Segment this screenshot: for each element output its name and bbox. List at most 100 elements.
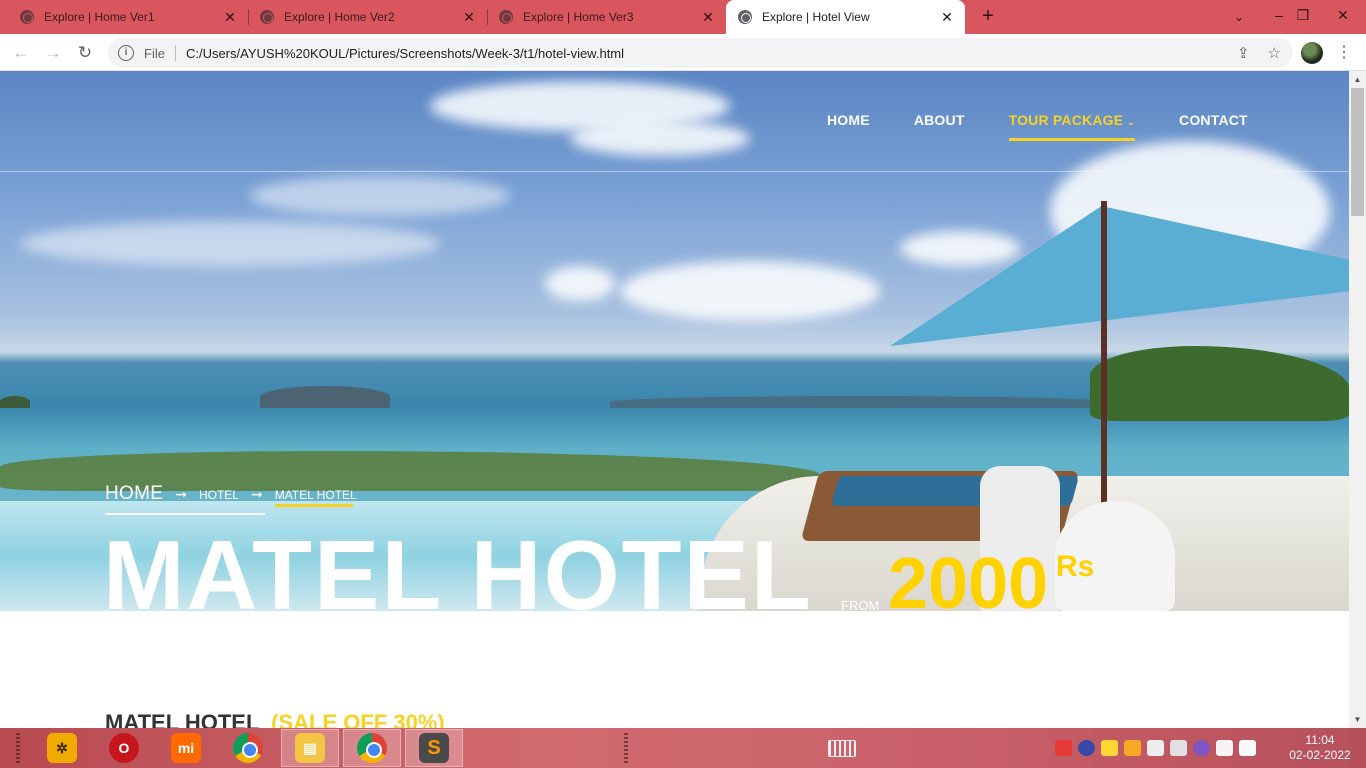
price-currency: Rs [1056, 550, 1095, 583]
taskbar-grip[interactable] [624, 733, 628, 763]
volume-icon[interactable] [1170, 740, 1187, 756]
island [610, 396, 1110, 408]
sale-badge: (SALE OFF 30%) [271, 710, 445, 728]
cloud [620, 261, 880, 321]
recorder-icon[interactable] [1055, 740, 1072, 756]
close-icon[interactable]: ✕ [939, 9, 955, 25]
breadcrumb-current: MATEL HOTEL [274, 488, 357, 507]
globe-icon [20, 10, 34, 24]
globe-icon [499, 10, 513, 24]
taskbar-grip[interactable] [16, 733, 20, 763]
wifi-icon[interactable] [1239, 740, 1256, 756]
tab-search-chevron-icon[interactable]: ⌄ [1230, 8, 1248, 26]
url-text[interactable]: C:/Users/AYUSH%20KOUL/Pictures/Screensho… [186, 46, 624, 61]
tab-title: Explore | Home Ver3 [523, 10, 634, 24]
close-icon[interactable]: ✕ [700, 9, 716, 25]
tab-strip: Explore | Home Ver1 ✕ Explore | Home Ver… [0, 0, 1366, 34]
nav-home[interactable]: HOME [827, 112, 870, 128]
reload-icon[interactable]: ↻ [73, 41, 97, 65]
battery-icon[interactable] [1147, 740, 1164, 756]
bookmark-star-icon[interactable]: ☆ [1268, 44, 1281, 62]
touch-keyboard-icon[interactable] [828, 740, 856, 757]
scroll-down-icon[interactable]: ▼ [1349, 711, 1366, 728]
back-arrow-icon[interactable]: ← [9, 41, 33, 65]
info-icon[interactable]: i [118, 45, 134, 61]
forward-arrow-icon[interactable]: → [41, 41, 65, 65]
close-icon[interactable]: ✕ [461, 9, 477, 25]
taskbar-app-sublime[interactable]: S [405, 729, 463, 767]
scroll-up-icon[interactable]: ▲ [1349, 71, 1366, 88]
cloud [20, 221, 440, 266]
price-from-label: FROM [841, 598, 880, 611]
taskbar-app-mi[interactable]: mi [157, 729, 215, 767]
sync-icon[interactable] [1193, 740, 1210, 756]
greenery [1090, 346, 1349, 421]
taskbar-app-chrome-active[interactable] [343, 729, 401, 767]
umbrella-pole [1101, 201, 1107, 531]
globe-icon [260, 10, 274, 24]
arrow-right-icon: ➞ [250, 486, 263, 502]
nav-tour-package[interactable]: TOUR PACKAGE ⌄ [1008, 112, 1136, 141]
hero-banner: HOME ABOUT TOUR PACKAGE ⌄ CONTACT HOME ➞ … [0, 71, 1349, 611]
tab-title: Explore | Home Ver1 [44, 10, 155, 24]
sparkle-icon[interactable] [1101, 740, 1118, 756]
nav-tour-package-label: TOUR PACKAGE [1008, 112, 1124, 128]
window-close-button[interactable]: ✕ [1320, 0, 1366, 34]
cloud [250, 176, 510, 216]
page-scrollbar[interactable]: ▲ ▼ [1349, 71, 1366, 728]
new-tab-button[interactable]: + [977, 6, 999, 28]
chrome-icon [357, 733, 387, 763]
price-value: 2000 [888, 544, 1049, 611]
scheme-label: File [144, 45, 165, 61]
arrow-right-icon: ➞ [175, 486, 187, 502]
profile-avatar[interactable] [1301, 42, 1323, 64]
game-icon: ✲ [47, 733, 77, 763]
chrome-icon [233, 733, 263, 763]
taskbar-app-game[interactable]: ✲ [33, 729, 91, 767]
tab-title: Explore | Hotel View [762, 10, 870, 24]
globe-icon [738, 10, 752, 24]
address-bar[interactable]: i File C:/Users/AYUSH%20KOUL/Pictures/Sc… [108, 38, 1293, 68]
nav-about[interactable]: ABOUT [914, 112, 965, 128]
nav-contact[interactable]: CONTACT [1179, 112, 1248, 128]
cloud [545, 266, 615, 301]
tab-hotel-view[interactable]: Explore | Hotel View ✕ [726, 0, 965, 34]
breadcrumb: HOME ➞ HOTEL ➞ MATEL HOTEL [105, 483, 357, 515]
sublime-icon: S [419, 733, 449, 763]
bluetooth-icon[interactable] [1124, 740, 1141, 756]
mi-icon: mi [171, 733, 201, 763]
clock-date: 02-02-2022 [1289, 748, 1351, 762]
tab-home-ver3[interactable]: Explore | Home Ver3 ✕ [487, 0, 726, 34]
breadcrumb-home[interactable]: HOME [105, 483, 266, 515]
browser-toolbar: ← → ↻ i File C:/Users/AYUSH%20KOUL/Pictu… [0, 34, 1366, 71]
chevron-down-icon: ⌄ [1127, 117, 1136, 127]
taskbar: ✲ O mi ▤ S 11:04 02-02-2022 [0, 728, 1366, 768]
divider [174, 45, 176, 61]
island [0, 396, 30, 408]
share-icon[interactable]: ⇪ [1237, 44, 1250, 62]
island [260, 386, 390, 408]
header-divider [0, 171, 1349, 172]
close-icon[interactable]: ✕ [222, 9, 238, 25]
cloud [570, 121, 750, 156]
system-tray [1055, 740, 1256, 756]
tab-title: Explore | Home Ver2 [284, 10, 395, 24]
opera-icon: O [109, 733, 139, 763]
section-heading-text: MATEL HOTEL [105, 710, 259, 728]
section-heading: MATEL HOTEL (SALE OFF 30%) [105, 710, 445, 728]
page-title: MATEL HOTEL [103, 520, 813, 611]
search-app-icon[interactable] [1078, 740, 1095, 756]
taskbar-app-file-explorer[interactable]: ▤ [281, 729, 339, 767]
page-viewport: HOME ABOUT TOUR PACKAGE ⌄ CONTACT HOME ➞ … [0, 71, 1349, 728]
breadcrumb-hotel[interactable]: HOTEL [199, 488, 239, 502]
scroll-thumb[interactable] [1351, 88, 1364, 216]
menu-kebab-icon[interactable]: ⋮ [1336, 41, 1352, 65]
network-flag-icon[interactable] [1216, 740, 1233, 756]
taskbar-app-opera[interactable]: O [95, 729, 153, 767]
clock-time: 11:04 [1305, 733, 1335, 747]
taskbar-app-chrome[interactable] [219, 729, 277, 767]
tab-home-ver1[interactable]: Explore | Home Ver1 ✕ [8, 0, 248, 34]
system-clock[interactable]: 11:04 02-02-2022 [1284, 733, 1356, 763]
tab-home-ver2[interactable]: Explore | Home Ver2 ✕ [248, 0, 487, 34]
file-explorer-icon: ▤ [295, 733, 325, 763]
